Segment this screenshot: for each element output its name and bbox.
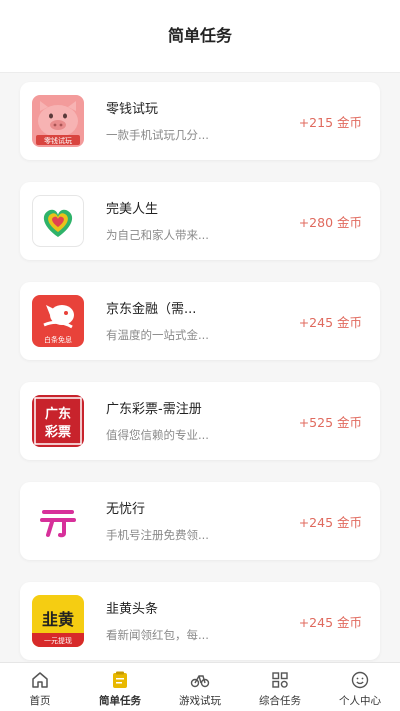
lottery-icon: 广东 彩票 bbox=[32, 395, 84, 447]
task-reward: +245 金币 bbox=[298, 615, 362, 630]
svg-text:韭黄: 韭黄 bbox=[42, 610, 74, 629]
tab-comprehensive-tasks[interactable]: 综合任务 bbox=[240, 663, 320, 711]
task-card[interactable]: 广东 彩票 广东彩票-需注册 值得您信赖的专业... +525 金币 bbox=[20, 382, 380, 460]
task-icon bbox=[113, 671, 127, 688]
task-reward: +215 金币 bbox=[298, 115, 362, 130]
bottom-tab-bar: 首页 简单任务 游戏试玩 综合任务 个人中心 bbox=[0, 662, 400, 711]
task-description: 值得您信赖的专业... bbox=[106, 428, 209, 442]
task-name: 完美人生 bbox=[106, 202, 159, 217]
svg-text:白条免息: 白条免息 bbox=[44, 335, 72, 344]
svg-text:彩票: 彩票 bbox=[44, 424, 71, 440]
task-card[interactable]: 完美人生 为自己和家人带来... +280 金币 bbox=[20, 182, 380, 260]
jiuhuang-icon: 韭黄 一元提现 bbox=[32, 595, 84, 647]
svg-text:一元提现: 一元提现 bbox=[44, 636, 72, 645]
profile-icon bbox=[351, 671, 369, 689]
jd-finance-icon: 白条免息 bbox=[32, 295, 84, 347]
tab-game-trial[interactable]: 游戏试玩 bbox=[160, 663, 240, 711]
task-reward: +280 金币 bbox=[298, 215, 362, 230]
page-title: 简单任务 bbox=[167, 26, 232, 45]
task-description: 一款手机试玩几分... bbox=[106, 128, 209, 142]
task-card[interactable]: 无忧行 手机号注册免费领... +245 金币 bbox=[20, 482, 380, 560]
top-bar: 简单任务 bbox=[0, 0, 400, 73]
task-card[interactable]: 白条免息 京东金融（需... 有温度的一站式金... +245 金币 bbox=[20, 282, 380, 360]
svg-text:广东: 广东 bbox=[45, 406, 71, 422]
game-icon bbox=[190, 675, 210, 688]
tab-label: 个人中心 bbox=[339, 695, 381, 707]
task-name: 无忧行 bbox=[106, 502, 146, 517]
task-name: 京东金融（需... bbox=[106, 302, 197, 317]
task-description: 为自己和家人带来... bbox=[106, 228, 209, 242]
task-name: 零钱试玩 bbox=[106, 102, 159, 117]
wuyouxing-icon bbox=[32, 495, 84, 547]
task-name: 广东彩票-需注册 bbox=[106, 402, 202, 417]
task-name: 韭黄头条 bbox=[106, 602, 159, 617]
home-icon bbox=[32, 672, 48, 688]
task-card[interactable]: 零钱试玩 零钱试玩 一款手机试玩几分... +215 金币 bbox=[20, 82, 380, 160]
task-description: 手机号注册免费领... bbox=[106, 528, 209, 542]
task-reward: +525 金币 bbox=[298, 415, 362, 430]
task-card[interactable]: 韭黄 一元提现 韭黄头条 看新闻领红包，每... +245 金币 bbox=[20, 582, 380, 660]
tab-label: 游戏试玩 bbox=[179, 695, 221, 707]
tab-label: 首页 bbox=[29, 695, 51, 707]
heart-icon bbox=[32, 195, 84, 247]
tab-simple-tasks[interactable]: 简单任务 bbox=[80, 663, 160, 711]
task-description: 看新闻领红包，每... bbox=[106, 628, 209, 642]
tab-label: 简单任务 bbox=[99, 695, 141, 707]
tab-profile[interactable]: 个人中心 bbox=[320, 663, 400, 711]
task-reward: +245 金币 bbox=[298, 315, 362, 330]
tab-home[interactable]: 首页 bbox=[0, 663, 80, 711]
svg-text:零钱试玩: 零钱试玩 bbox=[44, 136, 72, 145]
tab-label: 综合任务 bbox=[259, 695, 301, 707]
task-reward: +245 金币 bbox=[298, 515, 362, 530]
grid-icon bbox=[272, 672, 288, 688]
piggy-bank-icon: 零钱试玩 bbox=[32, 95, 84, 147]
task-description: 有温度的一站式金... bbox=[106, 328, 209, 342]
